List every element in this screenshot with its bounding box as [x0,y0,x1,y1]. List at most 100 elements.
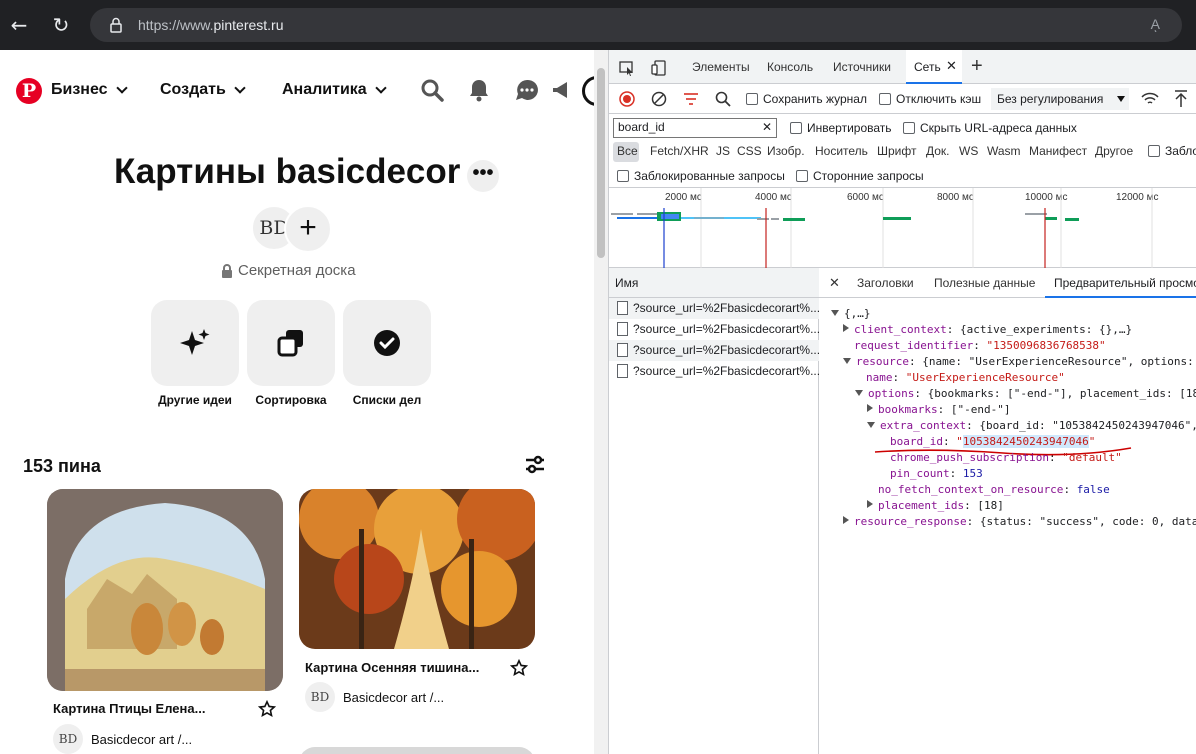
tab-payload[interactable]: Полезные данные [934,276,1035,290]
type-fetch-xhr[interactable]: Fetch/XHR [650,144,709,158]
clear-icon[interactable] [651,91,667,107]
filter-icon[interactable] [683,91,699,107]
type-media[interactable]: Носитель [815,144,868,158]
tab-network-label: Сеть [914,60,941,74]
type-font[interactable]: Шрифт [877,144,916,158]
tab-console[interactable]: Консоль [767,60,813,74]
search-icon[interactable] [420,78,444,102]
more-ideas-button[interactable] [151,300,239,386]
tab-sources[interactable]: Источники [833,60,891,74]
add-tab-icon[interactable]: + [971,55,983,78]
search-icon[interactable] [715,91,731,107]
blocked-requests-checkbox[interactable]: Заблокированные запросы [617,169,785,183]
checklist-icon [374,330,400,356]
network-overview[interactable]: 2000 мс 4000 мс 6000 мс 8000 мс 10000 мс… [609,188,1196,268]
tree-node[interactable]: bookmarks: ["-end-"] [867,402,1010,418]
reload-icon[interactable]: ↻ [48,12,74,38]
filter-input[interactable]: board_id ✕ [613,118,777,138]
tile-label: Списки дел [352,393,422,407]
request-list: Имя ?source_url=%2Fbasicdecorart%... ?so… [609,268,819,754]
preserve-log-checkbox[interactable]: Сохранить журнал [746,92,867,106]
upload-icon[interactable] [1173,90,1189,108]
file-icon [617,301,628,315]
author-avatar[interactable]: BD [53,724,83,754]
network-conditions-icon[interactable] [1141,91,1159,107]
type-wasm[interactable]: Wasm [987,144,1021,158]
read-aloud-icon[interactable]: Aͅ [1151,16,1160,32]
nav-create[interactable]: Создать [160,81,246,99]
inspect-icon[interactable] [619,60,635,76]
request-row[interactable]: ?source_url=%2Fbasicdecorart%... [609,298,819,319]
more-options-button[interactable]: ••• [467,160,499,192]
blocked-cookies-checkbox[interactable]: Заблок [1148,144,1196,158]
avatar[interactable] [582,76,594,106]
request-row[interactable]: ?source_url=%2Fbasicdecorart%... [609,361,819,382]
pinterest-logo[interactable]: P [16,78,42,104]
tile-label: Другие идеи [158,393,232,407]
type-other[interactable]: Другое [1095,144,1133,158]
close-detail-icon[interactable]: ✕ [829,275,840,291]
tab-headers[interactable]: Заголовки [857,276,914,290]
organize-button[interactable] [247,300,335,386]
pin-image[interactable] [299,747,535,754]
record-icon[interactable] [619,91,635,107]
tree-node[interactable]: extra_context: {board_id: "1053842450243… [867,418,1196,434]
organize-icon [277,330,303,357]
scroll-thumb[interactable] [597,68,605,258]
tree-node[interactable]: resource: {name: "UserExperienceResource… [843,354,1194,370]
network-toolbar: Сохранить журнал Отключить кэш Без регул… [609,84,1196,114]
request-row[interactable]: ?source_url=%2Fbasicdecorart%... [609,319,819,340]
throttling-select[interactable]: Без регулирования [991,88,1129,110]
tree-root[interactable]: {,…} [831,306,871,322]
invert-checkbox[interactable]: Инвертировать [790,121,892,135]
name-column-header[interactable]: Имя [609,268,819,298]
request-row[interactable]: ?source_url=%2Fbasicdecorart%... [609,340,819,361]
nav-analytics[interactable]: Аналитика [282,81,387,99]
type-css[interactable]: CSS [737,144,762,158]
tab-preview[interactable]: Предварительный просмо [1045,268,1196,298]
page-scrollbar[interactable] [594,50,608,754]
messages-icon[interactable] [515,78,539,102]
type-img[interactable]: Изобр. [767,144,805,158]
json-preview: {,…} client_context: {active_experiments… [819,298,1196,754]
tree-node[interactable]: resource_response: {status: "success", c… [843,514,1196,530]
checklist-button[interactable] [343,300,431,386]
star-icon[interactable] [510,659,528,677]
tree-node[interactable]: client_context: {active_experiments: {},… [843,322,1132,338]
filter-icon[interactable] [524,454,546,476]
type-ws[interactable]: WS [959,144,978,158]
tree-node[interactable]: placement_ids: [18] [867,498,1004,514]
bell-icon[interactable] [467,78,491,102]
tab-elements[interactable]: Элементы [692,60,750,74]
megaphone-icon[interactable] [550,78,574,102]
type-manifest[interactable]: Манифест [1029,144,1087,158]
pin-title[interactable]: Картина Осенняя тишина... [305,660,479,675]
resource-type-filters: Все Fetch/XHR JS CSS Изобр. Носитель Шри… [609,140,1196,164]
type-all[interactable]: Все [617,144,638,158]
star-icon[interactable] [258,700,276,718]
author-avatar[interactable]: BD [305,682,335,712]
device-toolbar-icon[interactable] [651,60,667,76]
nav-business[interactable]: Бизнес [51,81,128,99]
hide-data-urls-checkbox[interactable]: Скрыть URL-адреса данных [903,121,1077,135]
type-doc[interactable]: Док. [926,144,950,158]
pin-author[interactable]: Basicdecor art /... [91,732,192,747]
pin-author[interactable]: Basicdecor art /... [343,690,444,705]
pin-image[interactable] [299,489,535,649]
type-js[interactable]: JS [716,144,730,158]
tree-leaf: name: "UserExperienceResource" [866,371,1065,384]
tree-leaf: pin_count: 153 [890,467,983,480]
filter-row: board_id ✕ Инвертировать Скрыть URL-адрес… [609,114,1196,140]
close-icon[interactable]: ✕ [946,58,957,74]
address-bar[interactable]: https://www.pinterest.ru Aͅ [90,8,1182,42]
tab-network[interactable]: Сеть ✕ [906,50,962,84]
pin-image[interactable] [47,489,283,691]
pin-title[interactable]: Картина Птицы Елена... [53,701,205,716]
back-icon[interactable]: ← [6,12,32,38]
clear-filter-icon[interactable]: ✕ [762,120,772,134]
painting-autumn-image [299,489,535,649]
tree-node[interactable]: options: {bookmarks: ["-end-"], placemen… [855,386,1196,402]
disable-cache-checkbox[interactable]: Отключить кэш [879,92,981,106]
add-collaborator-button[interactable]: + [284,205,332,253]
third-party-checkbox[interactable]: Сторонние запросы [796,169,924,183]
